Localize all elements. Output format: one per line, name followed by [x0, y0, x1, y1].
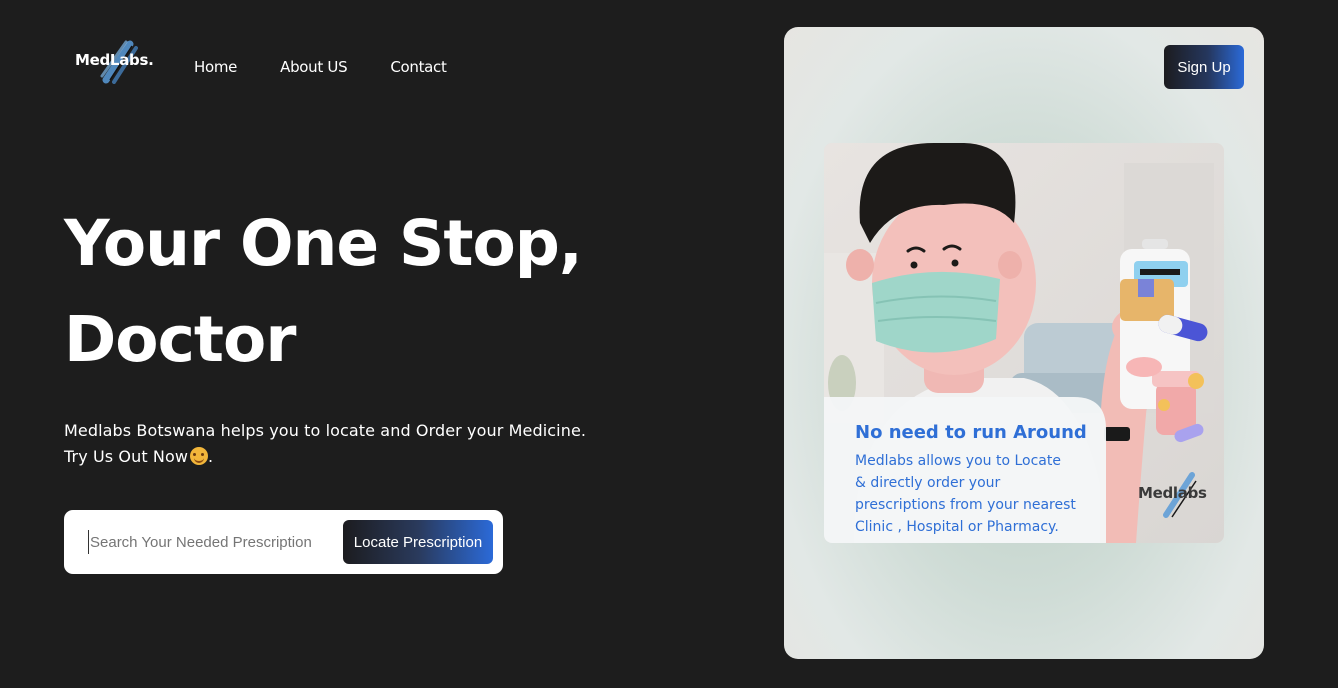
nav-home-link[interactable]: Home — [194, 58, 237, 76]
nav-contact-link[interactable]: Contact — [390, 58, 447, 76]
main-nav: Home About US Contact — [194, 58, 490, 76]
doctor-illustration: No need to run Around Medlabs allows you… — [824, 143, 1224, 543]
nav-about-link[interactable]: About US — [280, 58, 348, 76]
hero-subtitle-line1: Medlabs Botswana helps you to locate and… — [64, 421, 587, 440]
illustration-headline: No need to run Around — [855, 422, 1087, 443]
prescription-search-bar: Locate Prescription — [64, 510, 503, 574]
hero-subtitle-line2: Try Us Out Now — [64, 447, 189, 466]
locate-prescription-button[interactable]: Locate Prescription — [343, 520, 493, 564]
illustration-desc-line3: prescriptions from your nearest — [855, 497, 1076, 513]
brand-logo[interactable]: MedLabs. — [72, 40, 168, 84]
smiling-face-emoji-icon — [190, 447, 209, 465]
illustration-desc-line2: & directly order your — [855, 475, 1001, 491]
hero-title-line2: Doctor — [64, 303, 296, 376]
illustration-desc-line4: Clinic , Hospital or Pharmacy. — [855, 519, 1059, 535]
hero-subtitle-end: . — [208, 447, 214, 466]
hero-title-line1: Your One Stop, — [64, 207, 583, 280]
illustration-description: Medlabs allows you to Locate & directly … — [855, 450, 1095, 538]
prescription-search-input[interactable] — [88, 530, 328, 554]
logo-text: MedLabs. — [75, 51, 154, 69]
hero-subtitle: Medlabs Botswana helps you to locate and… — [64, 418, 684, 470]
illustration-desc-line1: Medlabs allows you to Locate — [855, 453, 1061, 469]
sign-up-button[interactable]: Sign Up — [1164, 45, 1244, 89]
illustration-logo-text: Medlabs — [1138, 484, 1207, 502]
hero-image-card: Sign Up No need to run Around Medlabs al… — [784, 27, 1264, 659]
hero-title: Your One Stop, Doctor — [64, 196, 704, 388]
